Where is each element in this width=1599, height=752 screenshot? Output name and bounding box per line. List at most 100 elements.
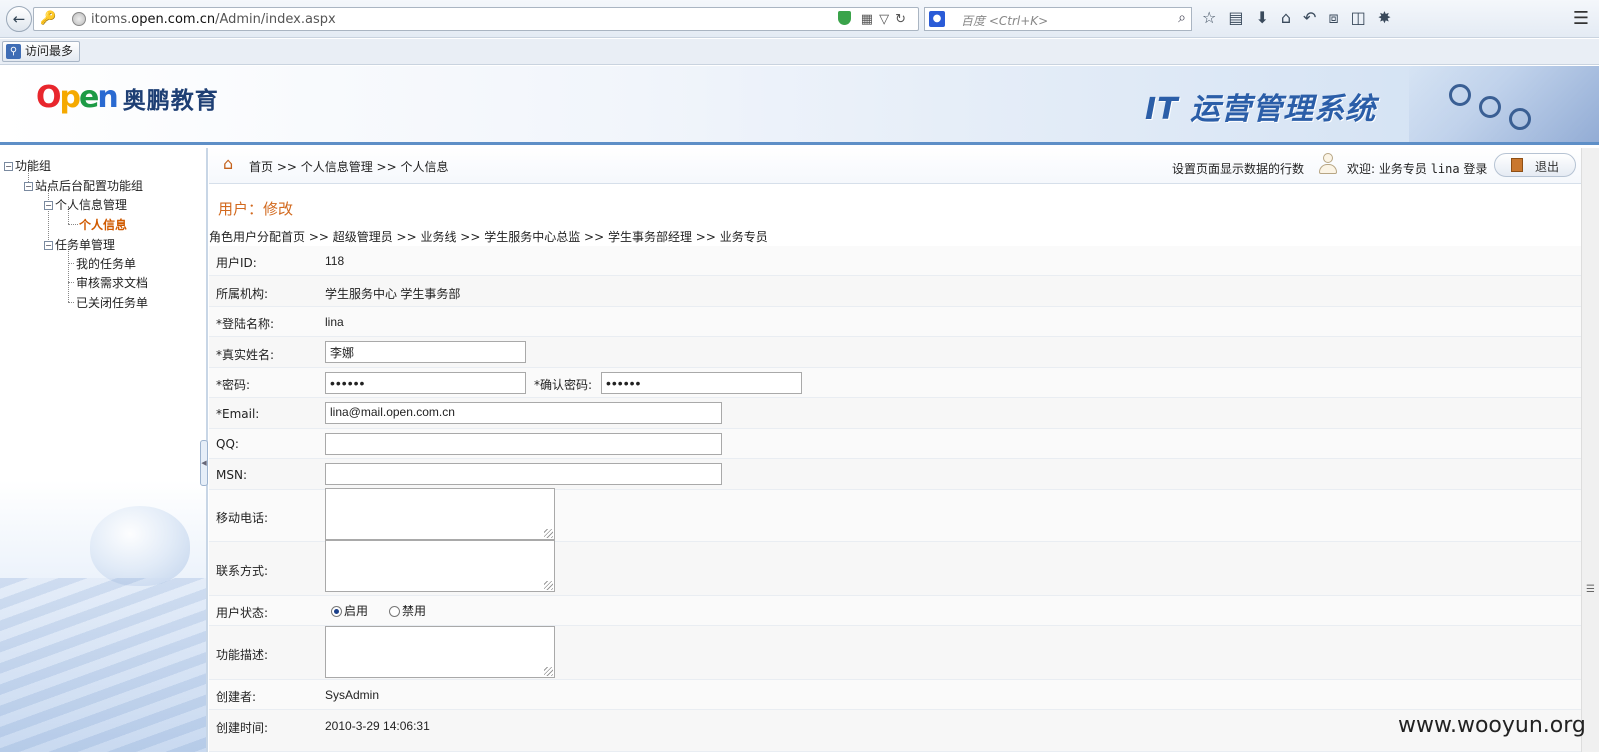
msn-label: MSN: [216, 468, 247, 482]
confirm-password-label: *确认密码: [534, 378, 593, 392]
radio-checked-icon [331, 606, 342, 617]
creator-label: 创建者: [216, 690, 257, 704]
row-org: 所属机构: 学生服务中心 学生事务部 [209, 276, 1581, 307]
dropdown-icon[interactable]: ▽ [879, 12, 895, 27]
status-disabled-radio[interactable]: 禁用 [389, 602, 426, 619]
star-icon[interactable]: ☆ [1202, 8, 1228, 27]
reading-list-icon[interactable]: ▤ [1228, 8, 1255, 27]
home-icon[interactable]: ⌂ [1281, 8, 1303, 27]
app-header: Open 奥鹏教育 IT 运营管理系统 [0, 66, 1599, 145]
user-id-label: 用户ID: [216, 256, 257, 270]
welcome-text: 欢迎: 业务专员 lina 登录 [1347, 162, 1488, 176]
email-label: *Email: [216, 407, 260, 421]
collapse-icon[interactable]: − [4, 162, 13, 171]
status-enabled-radio[interactable]: 启用 [331, 602, 368, 619]
password-input[interactable]: •••••• [325, 372, 526, 394]
radio-unchecked-icon [389, 606, 400, 617]
sidebar-item-task-mgmt[interactable]: − 任务单管理 [44, 236, 115, 253]
contact-label: 联系方式: [216, 564, 269, 578]
row-description: 功能描述: [209, 626, 1581, 680]
search-icon[interactable]: ⌕ [1178, 10, 1186, 26]
baidu-paw-icon[interactable]: ● [929, 11, 945, 27]
crop-icon[interactable]: ⧈ [1328, 8, 1350, 27]
breadcrumb: 首页 >> 个人信息管理 >> 个人信息 [249, 160, 449, 174]
back-arrow-icon: ← [12, 10, 26, 28]
row-created-time: 创建时间: 2010-3-29 14:06:31 [209, 710, 1581, 752]
browser-toolbar: ← 🔑 itoms.open.com.cn/Admin/index.aspx ▦… [0, 0, 1599, 38]
confirm-password-input[interactable]: •••••• [601, 372, 802, 394]
sidebar-item-review-docs[interactable]: 审核需求文档 [76, 274, 148, 291]
home-icon[interactable]: ⌂ [223, 154, 233, 173]
bookmark-most-visited[interactable]: ⚲ 访问最多 [2, 41, 81, 62]
login-name-label: *登陆名称: [216, 317, 275, 331]
address-bar-icons: ▦▽↻ [837, 11, 912, 27]
door-icon [1511, 158, 1523, 172]
download-icon[interactable]: ⬇ [1255, 8, 1280, 27]
main-content: ⌂ 首页 >> 个人信息管理 >> 个人信息 设置页面显示数据的行数 欢迎: 业… [209, 148, 1581, 752]
org-value: 学生服务中心 学生事务部 [325, 287, 461, 301]
description-textarea[interactable] [325, 626, 555, 678]
row-real-name: *真实姓名: 李娜 [209, 337, 1581, 368]
mouse-decoration-icon [90, 506, 190, 586]
row-login-name: *登陆名称: lina [209, 307, 1581, 337]
email-input[interactable]: lina@mail.open.com.cn [325, 402, 722, 424]
shield-icon[interactable] [837, 11, 851, 25]
search-placeholder: 百度 <Ctrl+K> [961, 14, 1049, 28]
mobile-label: 移动电话: [216, 511, 269, 525]
row-count-setting-link[interactable]: 设置页面显示数据的行数 [1172, 160, 1304, 177]
page-scrollbar[interactable]: ☰ [1581, 148, 1599, 752]
row-user-id: 用户ID: 118 [209, 246, 1581, 276]
logout-button[interactable]: 退出 [1494, 153, 1576, 177]
collapse-icon[interactable]: − [44, 241, 53, 250]
row-mobile: 移动电话: [209, 488, 1581, 542]
msn-input[interactable] [325, 463, 722, 485]
globe-icon [72, 12, 86, 26]
role-path-breadcrumb[interactable]: 角色用户分配首页 >> 超级管理员 >> 业务线 >> 学生服务中心总监 >> … [209, 228, 768, 245]
undo-icon[interactable]: ↶ [1303, 8, 1328, 27]
hamburger-menu-icon[interactable]: ☰ [1573, 8, 1589, 29]
system-title: IT 运营管理系统 [1145, 92, 1377, 127]
mobile-textarea[interactable] [325, 488, 555, 540]
login-name-value: lina [325, 315, 344, 329]
key-icon: 🔑 [40, 11, 57, 26]
logo: Open 奥鹏教育 [36, 80, 219, 115]
content-topbar: ⌂ 首页 >> 个人信息管理 >> 个人信息 设置页面显示数据的行数 欢迎: 业… [209, 148, 1581, 184]
sidebar-item-site-config[interactable]: − 站点后台配置功能组 [24, 177, 143, 194]
contact-textarea[interactable] [325, 540, 555, 592]
user-avatar-icon [1319, 153, 1337, 175]
browser-tool-icons: ☆▤⬇⌂↶⧈◫✸ [1202, 8, 1403, 28]
row-contact: 联系方式: [209, 540, 1581, 596]
sidebar-item-personal-info[interactable]: 个人信息 [79, 216, 127, 233]
qq-label: QQ: [216, 437, 239, 451]
row-creator: 创建者: SysAdmin [209, 680, 1581, 710]
tab-icon[interactable]: ◫ [1351, 8, 1378, 27]
description-label: 功能描述: [216, 648, 269, 662]
sidebar-item-closed-tasks[interactable]: 已关闭任务单 [76, 294, 148, 311]
logo-mark-icon: Open [36, 80, 119, 115]
status-label: 用户状态: [216, 606, 269, 620]
sidebar-item-my-tasks[interactable]: 我的任务单 [76, 255, 136, 272]
reload-icon[interactable]: ↻ [895, 12, 912, 27]
notebook-decoration-icon [1409, 66, 1599, 142]
row-msn: MSN: [209, 459, 1581, 490]
collapse-sidebar-handle[interactable]: ◀ [200, 440, 208, 486]
real-name-input[interactable]: 李娜 [325, 341, 526, 363]
back-button[interactable]: ← [6, 6, 32, 32]
qr-icon[interactable]: ▦ [861, 12, 879, 27]
collapse-icon[interactable]: − [44, 201, 53, 210]
password-label: *密码: [216, 378, 251, 392]
created-time-label: 创建时间: [216, 721, 269, 735]
address-bar[interactable]: 🔑 itoms.open.com.cn/Admin/index.aspx ▦▽↻ [33, 7, 919, 31]
scroll-grip-icon[interactable]: ☰ [1586, 584, 1595, 595]
row-status: 用户状态: 启用 禁用 [209, 596, 1581, 626]
row-email: *Email: lina@mail.open.com.cn [209, 398, 1581, 429]
qq-input[interactable] [325, 433, 722, 455]
user-id-value: 118 [325, 254, 345, 268]
page-title: 用户：修改 [218, 200, 294, 218]
sidebar-item-root[interactable]: − 功能组 [4, 157, 51, 174]
sidebar-item-personal-mgmt[interactable]: − 个人信息管理 [44, 196, 127, 213]
addon-icon[interactable]: ✸ [1378, 8, 1403, 27]
search-box[interactable]: ● 百度 <Ctrl+K> ⌕ [924, 7, 1192, 31]
collapse-icon[interactable]: − [24, 182, 33, 191]
org-label: 所属机构: [216, 287, 269, 301]
